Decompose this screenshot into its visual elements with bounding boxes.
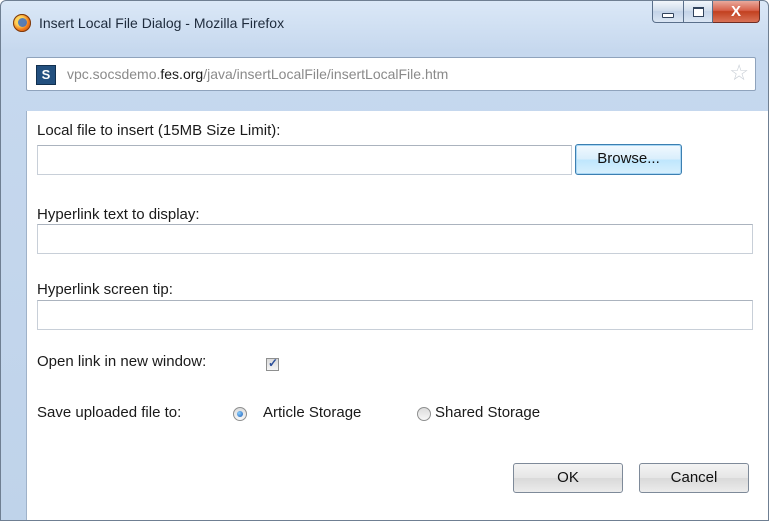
article-storage-radio[interactable] xyxy=(233,407,247,421)
article-storage-label[interactable]: Article Storage xyxy=(263,404,361,421)
new-window-checkbox[interactable]: ✓ xyxy=(266,356,279,371)
url-domain: fes.org xyxy=(160,66,204,82)
address-bar[interactable]: S vpc.socsdemo.fes.org/java/insertLocalF… xyxy=(26,57,756,91)
window-title: Insert Local File Dialog - Mozilla Firef… xyxy=(39,15,285,31)
window-controls: X xyxy=(652,1,760,23)
file-label: Local file to insert (15MB Size Limit): xyxy=(37,122,281,139)
screen-tip-input[interactable] xyxy=(37,300,753,330)
close-button[interactable]: X xyxy=(713,1,760,23)
maximize-icon xyxy=(692,6,704,17)
url-text: vpc.socsdemo.fes.org/java/insertLocalFil… xyxy=(67,66,448,82)
url-prefix: vpc.socsdemo. xyxy=(67,66,161,82)
screen-tip-label: Hyperlink screen tip: xyxy=(37,281,173,298)
cancel-button[interactable]: Cancel xyxy=(639,463,749,493)
hyperlink-text-input[interactable] xyxy=(37,224,753,254)
bookmark-star-icon[interactable]: ☆ xyxy=(729,62,749,84)
file-path-input[interactable] xyxy=(37,145,572,175)
browse-button[interactable]: Browse... xyxy=(575,144,682,175)
close-icon: X xyxy=(730,3,741,20)
checkmark-icon: ✓ xyxy=(268,356,279,370)
dialog-content: Local file to insert (15MB Size Limit): … xyxy=(26,111,768,520)
url-path: /java/insertLocalFile/insertLocalFile.ht… xyxy=(203,66,449,82)
dialog-window: Insert Local File Dialog - Mozilla Firef… xyxy=(0,0,769,521)
hyperlink-text-label: Hyperlink text to display: xyxy=(37,206,200,223)
minimize-button[interactable] xyxy=(652,1,684,23)
minimize-icon xyxy=(662,13,674,18)
firefox-icon xyxy=(13,14,31,32)
shared-storage-label[interactable]: Shared Storage xyxy=(435,404,540,421)
title-bar[interactable]: Insert Local File Dialog - Mozilla Firef… xyxy=(1,1,768,47)
save-to-label: Save uploaded file to: xyxy=(37,404,182,421)
site-favicon-icon: S xyxy=(36,65,56,85)
maximize-button[interactable] xyxy=(684,1,713,23)
shared-storage-radio[interactable] xyxy=(417,407,431,421)
ok-button[interactable]: OK xyxy=(513,463,623,493)
new-window-label: Open link in new window: xyxy=(37,353,207,370)
